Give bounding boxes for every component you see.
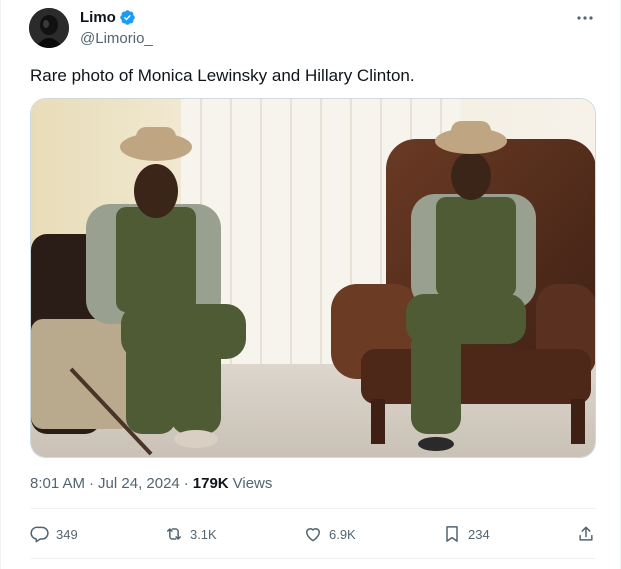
tweet-time[interactable]: 8:01 AM	[30, 475, 85, 492]
bookmark-icon	[446, 526, 458, 542]
heart-icon	[305, 528, 320, 542]
like-count: 6.9K	[328, 526, 356, 542]
tweet-metadata: 8:01 AM · Jul 24, 2024 · 179K Views	[30, 475, 272, 492]
views-label: Views	[232, 475, 273, 492]
reply-count: 349	[56, 526, 78, 542]
repost-icon	[166, 528, 181, 540]
like-button[interactable]: 6.9K	[303, 518, 356, 550]
display-name-text: Limo	[80, 9, 116, 26]
tweet-card: Limo @Limorio_ Rare photo of Monica Lewi…	[0, 0, 621, 569]
meta-separator: ·	[89, 475, 95, 492]
bookmark-button[interactable]: 234	[442, 518, 490, 550]
views-count: 179K	[192, 475, 229, 492]
repost-button[interactable]: 3.1K	[164, 518, 217, 550]
divider	[30, 558, 596, 559]
tweet-date[interactable]: Jul 24, 2024	[98, 475, 180, 492]
author-name[interactable]: Limo	[80, 9, 136, 26]
divider	[30, 508, 596, 509]
meta-separator: ·	[183, 475, 189, 492]
more-options-icon[interactable]	[573, 8, 597, 28]
bookmark-count: 234	[468, 526, 490, 542]
avatar-image	[29, 8, 69, 48]
reply-button[interactable]: 349	[30, 518, 78, 550]
tweet-photo[interactable]	[30, 98, 596, 458]
avatar[interactable]	[29, 8, 69, 48]
photo-image	[31, 99, 595, 457]
reply-icon	[30, 526, 49, 543]
repost-count: 3.1K	[189, 526, 217, 542]
author-handle[interactable]: @Limorio_	[80, 30, 153, 47]
share-button[interactable]	[576, 518, 596, 550]
share-icon	[579, 526, 593, 541]
tweet-text: Rare photo of Monica Lewinsky and Hillar…	[30, 66, 415, 85]
verified-badge-icon	[120, 10, 135, 25]
action-bar: 349 3.1K 6.9K 234	[30, 518, 596, 550]
